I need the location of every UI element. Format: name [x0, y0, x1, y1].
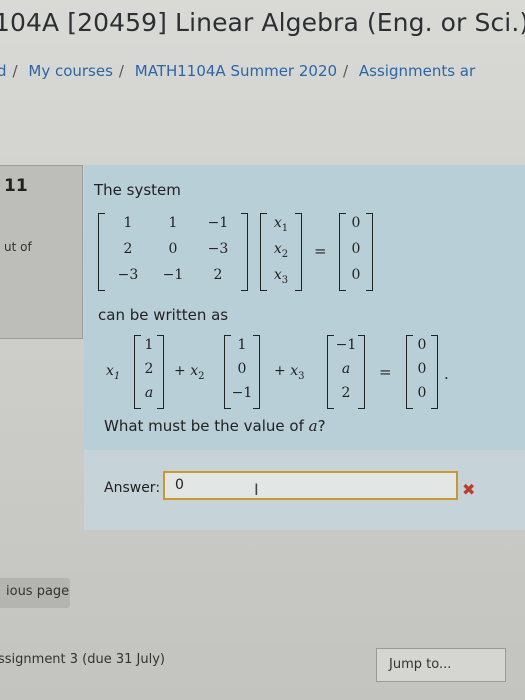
next-activity-link[interactable]: ssignment 3 (due 31 July): [0, 652, 165, 667]
incorrect-icon: ✖: [462, 480, 476, 499]
matrix-cell: 1: [168, 215, 178, 231]
question-panel: The system 1 1 −1 2 0 −3 −3 −1 2 x1 x2 x…: [84, 165, 525, 450]
vector-cell: 2: [144, 361, 154, 377]
vector-cell: x1: [273, 215, 289, 234]
breadcrumb-course[interactable]: MATH1104A Summer 2020: [135, 62, 337, 80]
rhs-vector: 0 0 0: [339, 213, 373, 291]
vector-cell: 0: [351, 215, 361, 231]
vector-2: 1 0 −1: [224, 335, 260, 409]
right-bracket: [241, 213, 248, 291]
text-cursor-icon: I: [254, 480, 259, 499]
vector-cell: 0: [417, 361, 427, 377]
answer-label: Answer:: [104, 480, 161, 496]
matrix-cell: 2: [123, 241, 133, 257]
breadcrumb-my-courses[interactable]: My courses: [28, 62, 113, 80]
zero-vector: 0 0 0: [406, 335, 438, 409]
plus-x2: + x2: [174, 363, 205, 382]
matrix-cell: 1: [123, 215, 133, 231]
previous-page-button[interactable]: ious page: [0, 578, 70, 608]
variable-vector: x1 x2 x3: [260, 213, 302, 291]
breadcrumb-separator: /: [118, 62, 124, 80]
question-middle-text: can be written as: [98, 306, 229, 324]
vector-cell: −1: [231, 385, 253, 401]
vector-cell: x2: [273, 241, 289, 260]
vector-cell: x3: [273, 267, 289, 286]
matrix-cell: 2: [213, 267, 223, 283]
vector-cell: a: [341, 361, 351, 377]
vector-cell: 0: [351, 241, 361, 257]
vector-cell: a: [144, 385, 154, 401]
period: .: [444, 365, 449, 383]
plus-x3: + x3: [274, 363, 305, 382]
equals-sign: =: [379, 363, 392, 381]
matrix-cell: 0: [168, 241, 178, 257]
vector-1: 1 2 a: [134, 335, 164, 409]
equals-sign: =: [314, 242, 327, 260]
question-prompt: What must be the value of a?: [104, 417, 326, 435]
vector-cell: 0: [417, 385, 427, 401]
breadcrumb-assignments[interactable]: Assignments ar: [359, 62, 475, 80]
answer-input[interactable]: 0: [163, 471, 458, 500]
vector-cell: 0: [417, 337, 427, 353]
matrix-cell: −1: [207, 215, 229, 231]
question-info-box: 11 ut of: [0, 165, 83, 339]
vector-cell: 2: [341, 385, 351, 401]
answer-panel: Answer: 0 I ✖: [84, 450, 525, 530]
vector-cell: 0: [351, 267, 361, 283]
question-mark-text: ut of: [4, 240, 32, 254]
matrix-cell: −1: [162, 267, 184, 283]
breadcrumb: d / My courses / MATH1104A Summer 2020 / As…: [0, 62, 481, 80]
vector-cell: 1: [144, 337, 154, 353]
vector-cell: 1: [237, 337, 247, 353]
breadcrumb-separator: /: [12, 62, 18, 80]
course-title: 104A [20459] Linear Algebra (Eng. or Sci…: [0, 8, 525, 37]
vector-cell: 0: [237, 361, 247, 377]
matrix-cell: −3: [117, 267, 139, 283]
question-intro: The system: [94, 181, 181, 199]
coefficient-x1: x1: [106, 363, 121, 382]
vector-3: −1 a 2: [327, 335, 365, 409]
question-number: 11: [4, 176, 28, 196]
left-bracket: [98, 213, 105, 291]
breadcrumb-separator: /: [343, 62, 349, 80]
coefficient-matrix: 1 1 −1 2 0 −3 −3 −1 2: [98, 213, 248, 291]
vector-cell: −1: [335, 337, 357, 353]
breadcrumb-home[interactable]: d: [0, 62, 7, 80]
jump-to-select[interactable]: Jump to...: [376, 648, 506, 682]
matrix-cell: −3: [207, 241, 229, 257]
